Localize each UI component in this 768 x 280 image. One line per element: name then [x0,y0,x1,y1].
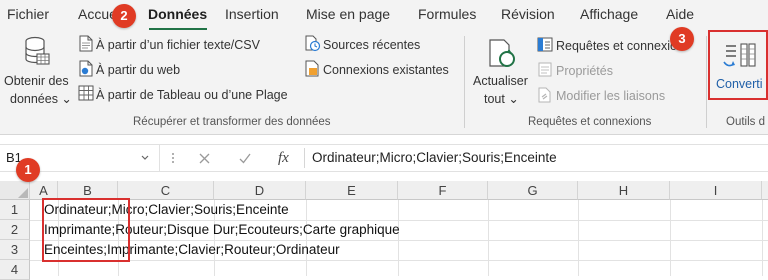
column-header-partial [762,181,768,200]
group-label-data-tools: Outils d [726,116,765,128]
tab-aide[interactable]: Aide [666,6,694,22]
column-header-g[interactable]: G [488,181,578,200]
row-header-2[interactable]: 2 [0,220,30,240]
tab-insertion[interactable]: Insertion [225,6,279,22]
properties-button[interactable]: Propriétés [556,64,613,78]
column-header-c[interactable]: C [118,181,214,200]
select-all-triangle-icon [18,188,28,198]
from-web-button[interactable]: À partir du web [96,63,180,77]
edit-links-button[interactable]: Modifier les liaisons [556,89,665,103]
edit-links-icon [538,87,551,103]
group-separator [464,36,465,128]
column-header-i[interactable]: I [670,181,762,200]
tab-affichage[interactable]: Affichage [580,6,638,22]
formula-bar-grip-icon [172,153,174,163]
from-text-csv-button[interactable]: À partir d’un fichier texte/CSV [96,38,260,52]
step-badge-1: 1 [16,158,40,182]
table-icon [78,85,94,101]
refresh-all-icon[interactable] [488,38,518,70]
column-header-d[interactable]: D [214,181,306,200]
tab-fichier[interactable]: Fichier [7,6,49,22]
from-table-range-button[interactable]: À partir de Tableau ou d’une Plage [96,88,288,102]
formula-bar: B1 fx Ordinateur;Micro;Clavier;Souris;En… [0,144,768,172]
name-box-dropdown-icon[interactable] [140,154,150,162]
select-all-corner[interactable] [0,181,30,200]
gridline [578,200,579,276]
existing-connections-button[interactable]: Connexions existantes [323,63,449,77]
group-separator-2 [706,36,707,128]
web-file-icon [79,60,93,77]
highlight-convert [708,30,768,100]
column-header-h[interactable]: H [578,181,670,200]
tab-mise-en-page[interactable]: Mise en page [306,6,390,22]
group-label-get-transform: Récupérer et transformer des données [133,116,331,128]
row-header-4[interactable]: 4 [0,260,30,280]
step-badge-2: 2 [112,4,136,28]
insert-function-icon[interactable]: fx [278,150,289,167]
ribbon-panel: Obtenir des données ⌄ À partir d’un fich… [0,30,768,135]
column-header-f[interactable]: F [398,181,488,200]
cancel-icon[interactable] [198,152,211,165]
gridline [670,200,671,276]
group-label-queries: Requêtes et connexions [528,116,652,128]
get-data-line2[interactable]: données ⌄ [10,91,72,106]
text-file-icon [79,35,93,52]
confirm-check-icon[interactable] [238,152,252,165]
highlight-data-range [42,198,130,262]
recent-sources-icon [305,35,321,52]
queries-connections-icon [537,37,553,52]
row-header-3[interactable]: 3 [0,240,30,260]
gridline [30,260,768,261]
formula-input[interactable]: Ordinateur;Micro;Clavier;Souris;Enceinte [312,145,557,171]
properties-icon [538,62,552,77]
tab-formules[interactable]: Formules [418,6,476,22]
refresh-all-line1[interactable]: Actualiser [473,74,528,88]
database-icon[interactable] [24,36,50,66]
refresh-all-line2[interactable]: tout ⌄ [484,91,519,106]
get-data-line1[interactable]: Obtenir des [4,74,69,88]
column-header-e[interactable]: E [306,181,398,200]
recent-sources-button[interactable]: Sources récentes [323,38,420,52]
formula-bar-divider [304,148,305,168]
gridline [762,200,763,276]
queries-connections-button[interactable]: Requêtes et connexio [556,39,677,53]
tab-revision[interactable]: Révision [501,6,555,22]
gridline [488,200,489,276]
existing-connections-icon [305,60,319,77]
step-badge-3: 3 [670,27,694,51]
tab-donnees[interactable]: Données [148,6,207,22]
row-header-1[interactable]: 1 [0,200,30,220]
